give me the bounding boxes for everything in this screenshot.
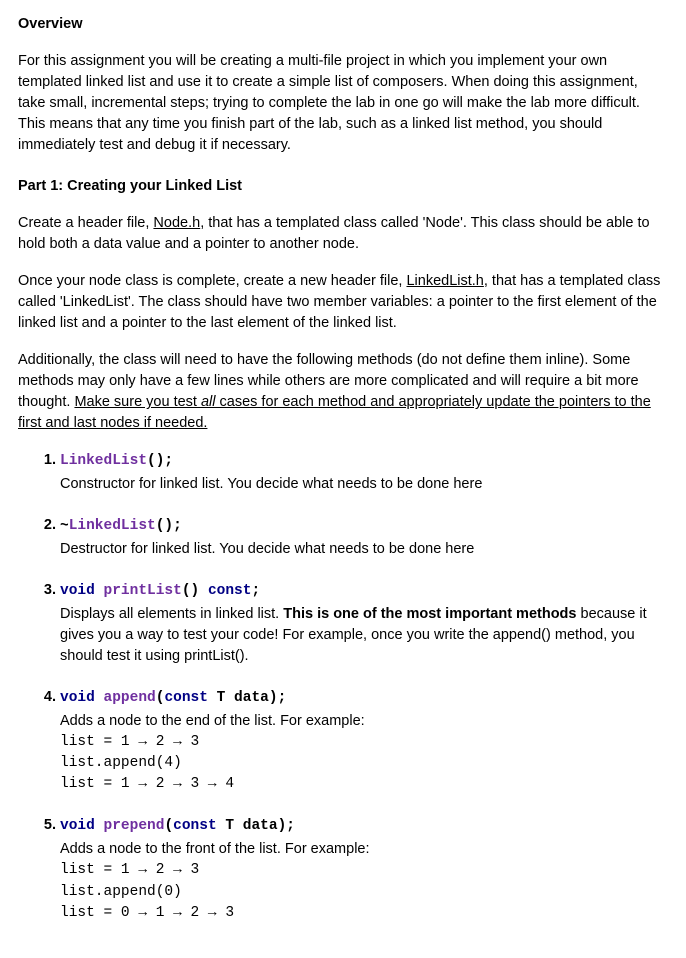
text-bold: This is one of the most important method… [283, 606, 576, 622]
space [95, 583, 104, 599]
filename-node: Node.h [153, 215, 200, 231]
paren-close: ); [278, 818, 295, 834]
method-item-2: ~LinkedList(); Destructor for linked lis… [60, 515, 668, 560]
part1-heading: Part 1: Creating your Linked List [18, 176, 668, 197]
code-line: list = 0 → 1 → 2 → 3 [60, 903, 668, 924]
text-underlined: Make sure you test all cases for each me… [18, 394, 651, 431]
keyword-const: const [173, 818, 217, 834]
paren-open: ( [164, 818, 173, 834]
method-signature: void prepend(const T data); [60, 818, 295, 834]
space [95, 690, 104, 706]
function-name: append [104, 690, 156, 706]
method-signature: ~LinkedList(); [60, 518, 182, 534]
parens: () [182, 583, 208, 599]
semicolon: ; [251, 583, 260, 599]
keyword-void: void [60, 583, 95, 599]
method-item-1: LinkedList(); Constructor for linked lis… [60, 450, 668, 495]
filename-linkedlist: LinkedList.h [406, 273, 483, 289]
text-italic: all [201, 394, 216, 410]
part1-para2: Once your node class is complete, create… [18, 271, 668, 334]
method-signature: LinkedList(); [60, 453, 173, 469]
parens: (); [147, 453, 173, 469]
args: T data [208, 690, 269, 706]
space [95, 818, 104, 834]
method-desc: Adds a node to the front of the list. Fo… [60, 839, 668, 860]
keyword-const: const [164, 690, 208, 706]
method-signature: void append(const T data); [60, 690, 286, 706]
method-signature: void printList() const; [60, 583, 260, 599]
method-desc: Adds a node to the end of the list. For … [60, 711, 668, 732]
method-list: LinkedList(); Constructor for linked lis… [18, 450, 668, 923]
parens: (); [156, 518, 182, 534]
overview-heading: Overview [18, 14, 668, 35]
code-line: list = 1 → 2 → 3 [60, 732, 668, 753]
function-name: LinkedList [69, 518, 156, 534]
method-item-4: void append(const T data); Adds a node t… [60, 687, 668, 795]
text: Once your node class is complete, create… [18, 273, 406, 289]
code-line: list.append(4) [60, 753, 668, 774]
method-desc: Destructor for linked list. You decide w… [60, 539, 668, 560]
paren-close: ); [269, 690, 286, 706]
text: Create a header file, [18, 215, 153, 231]
keyword-void: void [60, 818, 95, 834]
part1-para3: Additionally, the class will need to hav… [18, 350, 668, 434]
text: Displays all elements in linked list. [60, 606, 283, 622]
function-name: LinkedList [60, 453, 147, 469]
keyword-const: const [208, 583, 252, 599]
part1-para1: Create a header file, Node.h, that has a… [18, 213, 668, 255]
method-desc: Constructor for linked list. You decide … [60, 474, 668, 495]
method-item-5: void prepend(const T data); Adds a node … [60, 815, 668, 923]
code-line: list = 1 → 2 → 3 → 4 [60, 774, 668, 795]
method-item-3: void printList() const; Displays all ele… [60, 580, 668, 667]
function-name: printList [104, 583, 182, 599]
tilde: ~ [60, 518, 69, 534]
code-line: list = 1 → 2 → 3 [60, 860, 668, 881]
method-desc: Displays all elements in linked list. Th… [60, 604, 668, 667]
args: T data [217, 818, 278, 834]
function-name: prepend [104, 818, 165, 834]
overview-text: For this assignment you will be creating… [18, 51, 668, 156]
keyword-void: void [60, 690, 95, 706]
text: Make sure you test [74, 394, 201, 410]
